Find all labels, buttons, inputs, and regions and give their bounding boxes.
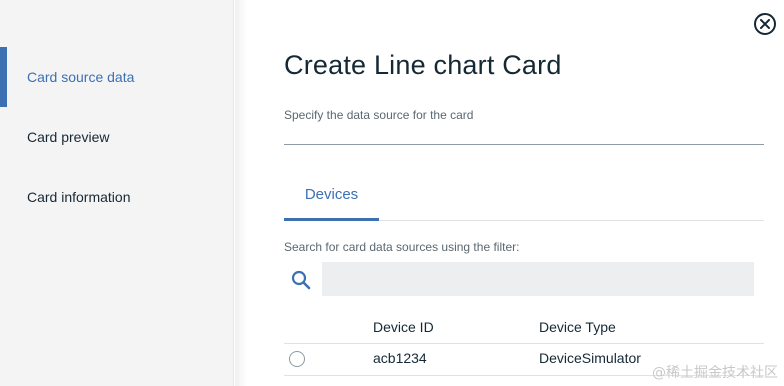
- close-button[interactable]: [754, 13, 776, 35]
- search-input[interactable]: [322, 262, 754, 296]
- column-header-device-id[interactable]: Device ID: [373, 319, 434, 335]
- tab-label: Devices: [304, 186, 359, 203]
- panel-shadow: [235, 0, 247, 386]
- cell-device-id: acb1234: [373, 350, 427, 366]
- sidebar-item-label: Card source data: [27, 69, 135, 85]
- search-icon[interactable]: [291, 270, 311, 290]
- sidebar-item-label: Card information: [27, 189, 131, 205]
- divider: [284, 144, 764, 145]
- row-radio-button[interactable]: [289, 351, 305, 367]
- watermark: @稀土掘金技术社区: [652, 365, 778, 381]
- column-header-device-type[interactable]: Device Type: [539, 319, 616, 335]
- close-icon: [760, 19, 770, 29]
- page-subtitle: Specify the data source for the card: [284, 108, 474, 122]
- page-title: Create Line chart Card: [284, 50, 562, 80]
- sidebar-item-card-information[interactable]: Card information: [0, 167, 234, 227]
- table-header-divider: [284, 343, 764, 344]
- tab-baseline: [379, 220, 764, 221]
- tab-devices[interactable]: Devices: [284, 186, 379, 221]
- sidebar-item-label: Card preview: [27, 129, 110, 145]
- sidebar-item-card-preview[interactable]: Card preview: [0, 107, 234, 167]
- cell-device-type: DeviceSimulator: [539, 350, 641, 366]
- filter-label: Search for card data sources using the f…: [284, 240, 520, 254]
- sidebar-item-card-source-data[interactable]: Card source data: [0, 47, 234, 107]
- sidebar: Card source data Card preview Card infor…: [0, 0, 234, 386]
